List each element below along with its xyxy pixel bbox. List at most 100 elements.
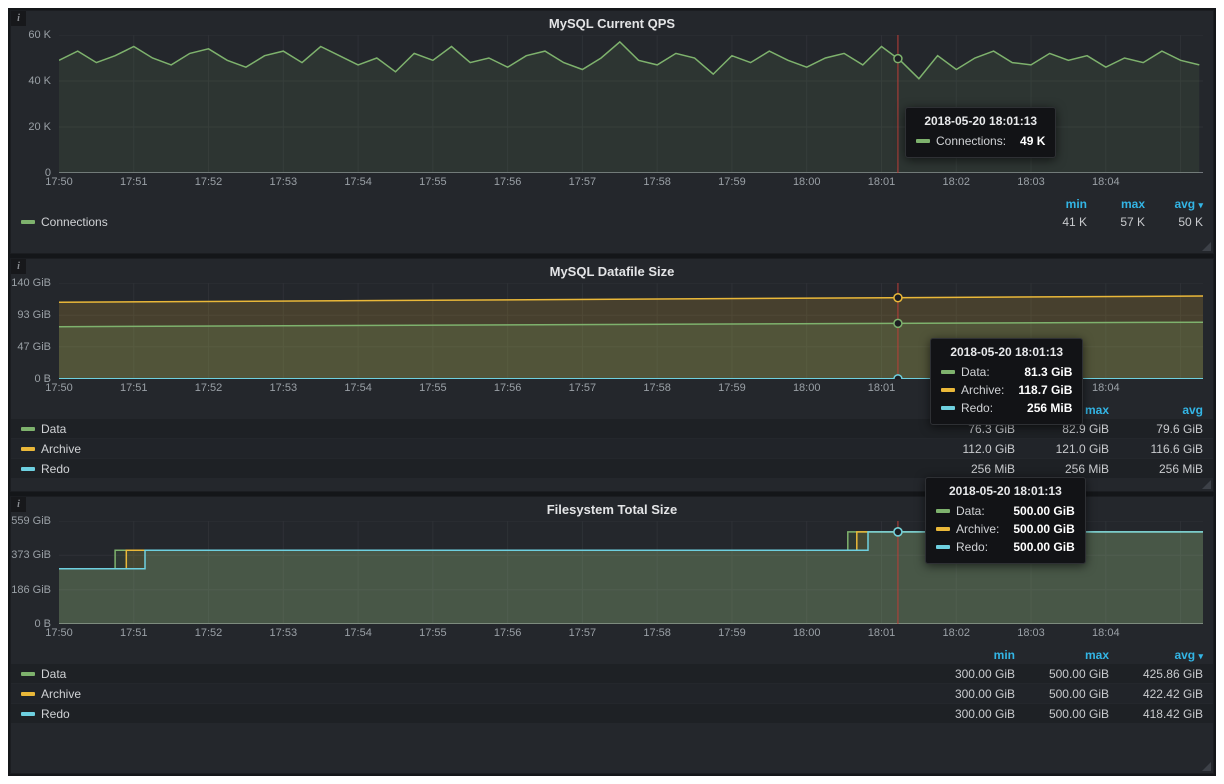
x-tick-label: 17:56 (494, 382, 522, 394)
x-tick-label: 17:51 (120, 382, 148, 394)
legend-avg-header[interactable]: avg ▾ (1145, 197, 1203, 211)
series-color-dash (21, 712, 35, 716)
tooltip-series-row: Data: 81.3 GiB (941, 363, 1072, 381)
x-tick-label: 17:50 (45, 382, 73, 394)
tooltip-series-name: Data: (961, 365, 990, 379)
x-tick-label: 17:52 (195, 176, 223, 188)
panel-info-icon[interactable]: i (11, 497, 26, 512)
tooltip-series-row: Redo: 256 MiB (941, 399, 1072, 417)
x-tick-label: 18:03 (1017, 176, 1045, 188)
series-color-dash (21, 692, 35, 696)
legend-min-value: 300.00 GiB (921, 667, 1015, 681)
legend-series-redo[interactable]: Redo (21, 707, 70, 721)
tooltip-series-value: 500.00 GiB (1013, 504, 1074, 518)
legend-series-redo[interactable]: Redo (21, 462, 70, 476)
legend-series-data[interactable]: Data (21, 667, 66, 681)
legend-avg-value: 50 K (1145, 215, 1203, 229)
x-tick-label: 17:53 (270, 176, 298, 188)
legend-avg-header[interactable]: avg (1109, 403, 1203, 417)
x-tick-label: 17:59 (718, 382, 746, 394)
legend-series-label: Data (41, 667, 66, 681)
y-axis: 0 B47 GiB93 GiB140 GiB (13, 283, 59, 396)
legend-row-redo: Redo 256 MiB 256 MiB 256 MiB (11, 459, 1213, 478)
x-tick-label: 17:52 (195, 627, 223, 639)
legend-row-connections: Connections 41 K 57 K 50 K (11, 212, 1213, 231)
x-axis: 17:5017:5117:5217:5317:5417:5517:5617:57… (59, 173, 1203, 190)
legend-avg-value: 425.86 GiB (1109, 667, 1203, 681)
resize-handle[interactable] (1202, 242, 1211, 251)
hover-point (894, 319, 902, 327)
panel-info-icon[interactable]: i (11, 259, 26, 274)
legend-avg-label: avg (1174, 197, 1195, 211)
legend-series-data[interactable]: Data (21, 422, 66, 436)
hover-point (894, 528, 902, 536)
series-color-dash (21, 220, 35, 224)
legend-series-archive[interactable]: Archive (21, 442, 81, 456)
legend-avg-value: 256 MiB (1109, 462, 1203, 476)
legend-series-label: Connections (41, 215, 108, 229)
resize-handle[interactable] (1202, 762, 1211, 771)
legend-series-label: Archive (41, 442, 81, 456)
x-tick-label: 17:58 (643, 627, 671, 639)
legend-series-archive[interactable]: Archive (21, 687, 81, 701)
legend-max-header[interactable]: max (1015, 648, 1109, 662)
y-tick-label: 60 K (28, 29, 51, 41)
legend-min-header[interactable]: min (1029, 197, 1087, 211)
y-tick-label: 47 GiB (17, 341, 51, 353)
panel-header: MySQL Current QPS (11, 11, 1213, 35)
legend-min-value: 112.0 GiB (921, 442, 1015, 456)
tooltip-series-row: Archive: 118.7 GiB (941, 381, 1072, 399)
tooltip-series-row: Redo: 500.00 GiB (936, 538, 1075, 556)
panel-title[interactable]: Filesystem Total Size (547, 502, 678, 517)
legend-series-connections[interactable]: Connections (21, 215, 108, 229)
panel-title[interactable]: MySQL Current QPS (549, 16, 675, 31)
x-tick-label: 18:02 (942, 627, 970, 639)
chevron-down-icon: ▾ (1198, 200, 1203, 210)
legend-avg-value: 422.42 GiB (1109, 687, 1203, 701)
x-tick-label: 17:53 (270, 382, 298, 394)
legend-min-value: 300.00 GiB (921, 707, 1015, 721)
legend-max-value: 500.00 GiB (1015, 707, 1109, 721)
series-color-dash (21, 672, 35, 676)
tooltip-series-value: 500.00 GiB (1013, 540, 1074, 554)
legend-row-archive: Archive 112.0 GiB 121.0 GiB 116.6 GiB (11, 439, 1213, 458)
y-tick-label: 93 GiB (17, 309, 51, 321)
y-tick-label: 20 K (28, 121, 51, 133)
x-tick-label: 17:52 (195, 382, 223, 394)
tooltip-series-name: Archive: (961, 383, 1004, 397)
x-tick-label: 17:58 (643, 176, 671, 188)
x-tick-label: 18:02 (942, 176, 970, 188)
x-tick-label: 17:59 (718, 627, 746, 639)
legend-max-value: 121.0 GiB (1015, 442, 1109, 456)
series-color-dash (936, 545, 950, 549)
series-color-dash (936, 509, 950, 513)
legend-row-redo: Redo 300.00 GiB 500.00 GiB 418.42 GiB (11, 704, 1213, 723)
legend-max-value: 256 MiB (1015, 462, 1109, 476)
tooltip-series-value: 500.00 GiB (1013, 522, 1074, 536)
legend-min-header[interactable]: min (921, 648, 1015, 662)
tooltip-series-name: Redo: (961, 401, 993, 415)
y-tick-label: 40 K (28, 75, 51, 87)
legend-stats-header: min max avg ▾ (11, 196, 1213, 212)
x-tick-label: 17:55 (419, 176, 447, 188)
legend-stats-header: min max avg ▾ (11, 647, 1213, 663)
x-tick-label: 18:01 (868, 176, 896, 188)
legend-max-value: 500.00 GiB (1015, 687, 1109, 701)
x-tick-label: 18:01 (868, 382, 896, 394)
legend-avg-label: avg (1182, 403, 1203, 417)
tooltip-series-name: Archive: (956, 522, 999, 536)
tooltip-time: 2018-05-20 18:01:13 (936, 484, 1075, 498)
legend-max-header[interactable]: max (1087, 197, 1145, 211)
panel-info-icon[interactable]: i (11, 11, 26, 26)
tooltip-series-name: Redo: (956, 540, 988, 554)
panel-title[interactable]: MySQL Datafile Size (550, 264, 675, 279)
x-tick-label: 17:53 (270, 627, 298, 639)
tooltip-series-value: 118.7 GiB (1018, 383, 1072, 397)
resize-handle[interactable] (1202, 480, 1211, 489)
legend-avg-header[interactable]: avg ▾ (1109, 648, 1203, 662)
x-tick-label: 17:56 (494, 176, 522, 188)
y-tick-label: 140 GiB (11, 277, 51, 289)
y-axis: 020 K40 K60 K (13, 35, 59, 190)
legend-row-data: Data 300.00 GiB 500.00 GiB 425.86 GiB (11, 664, 1213, 683)
y-axis: 0 B186 GiB373 GiB559 GiB (13, 521, 59, 641)
